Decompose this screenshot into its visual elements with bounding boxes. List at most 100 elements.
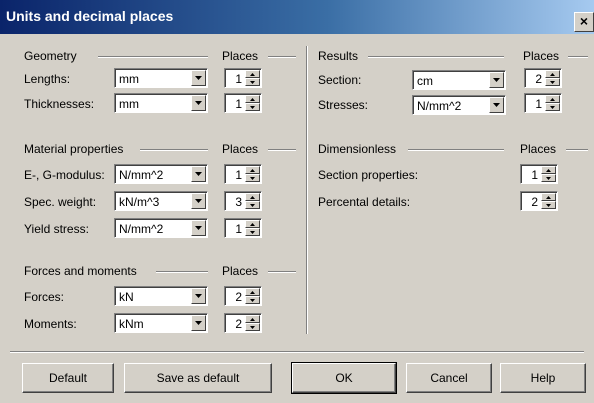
dimensionless-divider [408,149,504,151]
stresses-places-value: 1 [535,97,542,111]
yield-stress-unit-value: N/mm^2 [119,222,164,236]
yield-stress-label: Yield stress: [24,222,89,236]
forces-header: Forces and moments [24,264,137,278]
thicknesses-places-value: 1 [235,97,242,111]
stresses-unit-value: N/mm^2 [417,99,462,113]
material-places-header: Places [222,142,259,156]
lengths-places-stepper[interactable]: 1 [224,68,262,88]
lengths-places-value: 1 [235,72,242,86]
spin-up-icon[interactable] [245,193,260,201]
spin-down-icon[interactable] [245,201,260,209]
spec-weight-unit-select[interactable]: kN/m^3 [114,191,208,211]
chevron-down-icon[interactable] [191,70,206,86]
section-unit-select[interactable]: cm [412,70,506,90]
spin-up-icon[interactable] [245,166,260,174]
spec-weight-label: Spec. weight: [24,195,97,209]
moments-unit-select[interactable]: kNm [114,313,208,333]
section-places-value: 2 [535,72,542,86]
spin-up-icon[interactable] [245,315,260,323]
chevron-down-icon[interactable] [191,193,206,209]
spin-down-icon[interactable] [245,78,260,86]
spec-weight-places-stepper[interactable]: 3 [224,191,262,211]
ok-button[interactable]: OK [291,362,397,394]
section-label: Section: [318,73,362,87]
material-places-divider [268,149,296,151]
yield-stress-places-value: 1 [235,222,242,236]
spin-up-icon[interactable] [545,95,560,103]
spin-up-icon[interactable] [541,193,556,201]
spin-down-icon[interactable] [541,201,556,209]
chevron-down-icon[interactable] [191,315,206,331]
yield-stress-unit-select[interactable]: N/mm^2 [114,218,208,238]
spin-down-icon[interactable] [245,228,260,236]
geometry-places-header: Places [222,49,259,63]
forces-divider [156,271,208,273]
modulus-unit-value: N/mm^2 [119,168,164,182]
section-unit-value: cm [417,74,433,88]
spin-down-icon[interactable] [245,296,260,304]
spin-up-icon[interactable] [245,70,260,78]
spin-down-icon[interactable] [545,103,560,111]
spin-up-icon[interactable] [545,70,560,78]
geometry-header: Geometry [24,49,77,63]
spin-down-icon[interactable] [245,323,260,331]
forces-places-stepper[interactable]: 2 [224,286,262,306]
stresses-places-stepper[interactable]: 1 [524,93,562,113]
results-places-divider [568,56,588,58]
lengths-unit-select[interactable]: mm [114,68,208,88]
moments-places-stepper[interactable]: 2 [224,313,262,333]
modulus-places-stepper[interactable]: 1 [224,164,262,184]
geometry-places-divider [268,56,296,58]
units-dialog: Units and decimal places × Geometry Plac… [0,0,594,403]
moments-places-value: 2 [235,317,242,331]
moments-label: Moments: [24,317,77,331]
percental-details-places-value: 2 [531,195,538,209]
help-button[interactable]: Help [500,363,586,393]
section-places-stepper[interactable]: 2 [524,68,562,88]
geometry-divider [98,56,208,58]
thicknesses-places-stepper[interactable]: 1 [224,93,262,113]
spin-down-icon[interactable] [541,174,556,182]
spec-weight-unit-value: kN/m^3 [119,195,160,209]
percental-details-places-stepper[interactable]: 2 [520,191,558,211]
moments-unit-value: kNm [119,317,144,331]
spin-down-icon[interactable] [245,103,260,111]
title-bar[interactable]: Units and decimal places × [0,0,594,34]
stresses-unit-select[interactable]: N/mm^2 [412,95,506,115]
material-divider [140,149,208,151]
default-button[interactable]: Default [22,363,114,393]
chevron-down-icon[interactable] [191,166,206,182]
yield-stress-places-stepper[interactable]: 1 [224,218,262,238]
forces-label: Forces: [24,290,65,304]
spin-up-icon[interactable] [245,95,260,103]
results-places-header: Places [523,49,560,63]
chevron-down-icon[interactable] [489,72,504,88]
chevron-down-icon[interactable] [489,97,504,113]
section-properties-label: Section properties: [318,168,419,182]
chevron-down-icon[interactable] [191,288,206,304]
chevron-down-icon[interactable] [191,95,206,111]
cancel-button[interactable]: Cancel [406,363,492,393]
spin-down-icon[interactable] [545,78,560,86]
forces-unit-select[interactable]: kN [114,286,208,306]
results-header: Results [318,49,359,63]
column-separator [306,46,308,334]
dialog-title: Units and decimal places [6,8,174,24]
results-divider [368,56,504,58]
spin-down-icon[interactable] [245,174,260,182]
section-properties-places-stepper[interactable]: 1 [520,164,558,184]
save-as-default-button[interactable]: Save as default [124,363,272,393]
spin-up-icon[interactable] [245,220,260,228]
spin-up-icon[interactable] [245,288,260,296]
spec-weight-places-value: 3 [235,195,242,209]
forces-places-value: 2 [235,290,242,304]
thicknesses-label: Thicknesses: [24,97,95,111]
modulus-places-value: 1 [235,168,242,182]
modulus-unit-select[interactable]: N/mm^2 [114,164,208,184]
spin-up-icon[interactable] [541,166,556,174]
chevron-down-icon[interactable] [191,220,206,236]
thicknesses-unit-select[interactable]: mm [114,93,208,113]
close-button[interactable]: × [574,12,594,32]
lengths-label: Lengths: [24,72,71,86]
dimensionless-header: Dimensionless [318,142,397,156]
